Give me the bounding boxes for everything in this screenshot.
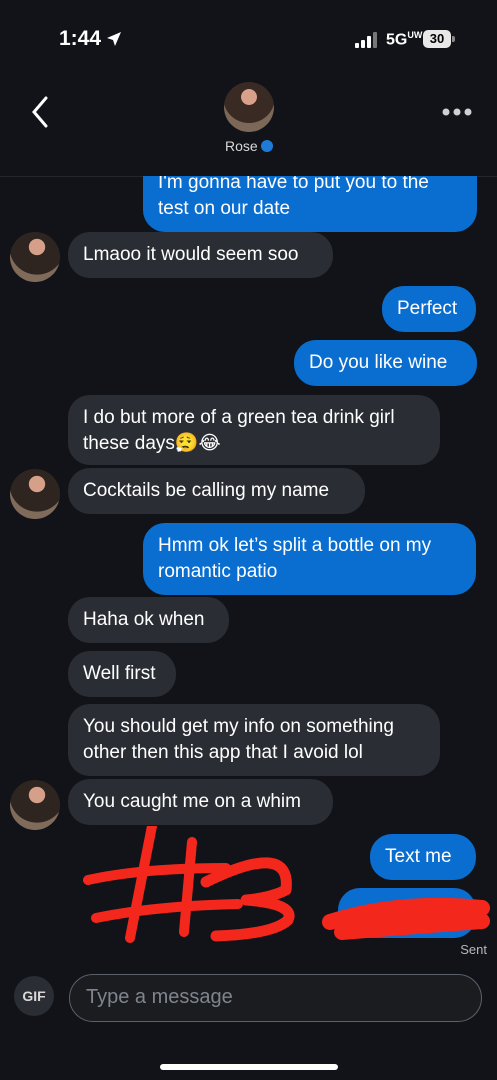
message-bubble-incoming[interactable]: I do but more of a green tea drink girl … xyxy=(68,395,440,465)
status-bar: 1:44 5GUW 30 xyxy=(0,0,497,80)
contact-avatar[interactable] xyxy=(224,82,274,132)
sender-avatar[interactable] xyxy=(10,469,60,519)
network-indicator: 5GUW xyxy=(386,30,423,49)
message-bubble-incoming[interactable]: Cocktails be calling my name xyxy=(68,468,365,514)
red-scribble-redaction xyxy=(83,826,490,943)
message-bubble-outgoing[interactable]: Perfect xyxy=(382,286,476,332)
message-bubble-outgoing[interactable]: Hmm ok let’s split a bottle on my romant… xyxy=(143,523,476,595)
message-bubble-outgoing[interactable]: I'm gonna have to put you to the test on… xyxy=(143,176,477,232)
chevron-left-icon[interactable] xyxy=(28,94,54,130)
verified-badge-icon xyxy=(261,140,273,152)
cellular-signal-icon xyxy=(355,32,377,48)
message-bubble-incoming[interactable]: Lmaoo it would seem soo xyxy=(68,232,333,278)
home-indicator[interactable] xyxy=(160,1064,338,1070)
status-time: 1:44 xyxy=(59,27,102,50)
message-bubble-incoming[interactable]: Well first xyxy=(68,651,176,697)
contact-name[interactable]: Rose xyxy=(225,138,258,154)
message-bubble-outgoing[interactable]: Do you like wine xyxy=(294,340,477,386)
navigation-arrow-icon xyxy=(107,32,121,46)
sender-avatar[interactable] xyxy=(10,780,60,830)
message-bubble-incoming[interactable]: You should get my info on something othe… xyxy=(68,704,440,776)
more-horizontal-icon[interactable] xyxy=(442,108,472,116)
message-bubble-incoming[interactable]: Haha ok when xyxy=(68,597,229,643)
conversation-header: Rose xyxy=(0,80,497,177)
message-input[interactable]: Type a message xyxy=(69,974,482,1022)
gif-button[interactable]: GIF xyxy=(14,976,54,1016)
message-sent-status: Sent xyxy=(460,942,487,957)
battery-indicator: 30 xyxy=(423,30,455,48)
sender-avatar[interactable] xyxy=(10,232,60,282)
message-bubble-incoming[interactable]: You caught me on a whim xyxy=(68,779,333,825)
